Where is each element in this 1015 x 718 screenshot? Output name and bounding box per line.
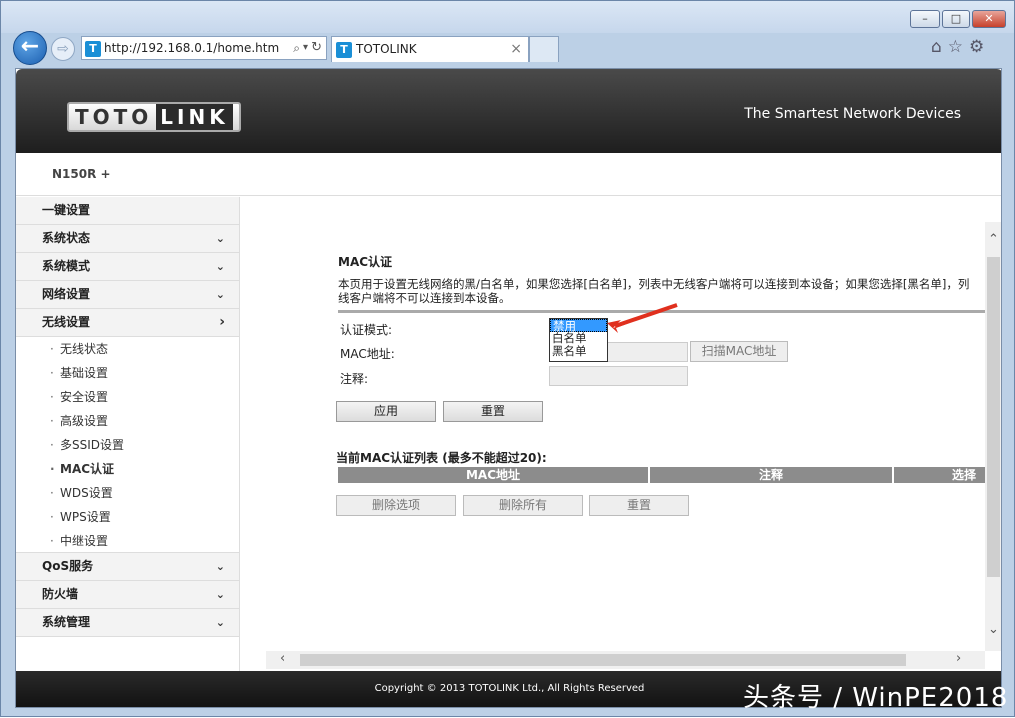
watermark-text: 头条号 / WinPE2018 <box>743 683 1009 713</box>
browser-window: – □ ✕ ← ⇨ Thttp://192.168.0.1/home.htm ⌕… <box>0 0 1015 717</box>
annotation-arrow-icon <box>607 303 678 333</box>
